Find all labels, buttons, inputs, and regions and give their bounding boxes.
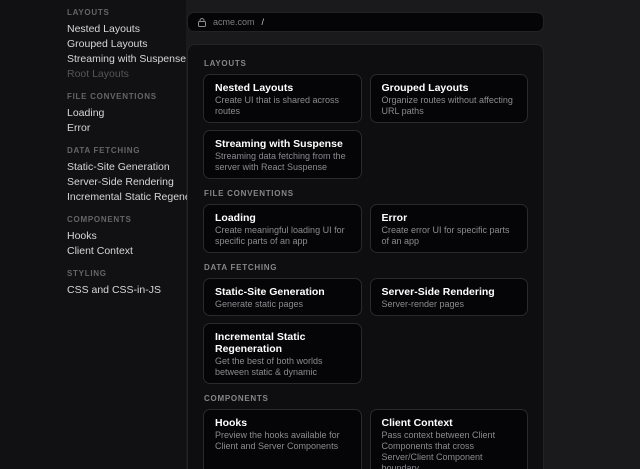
card-hooks[interactable]: Hooks Preview the hooks available for Cl…: [203, 409, 362, 469]
sidebar: LAYOUTS Nested Layouts Grouped Layouts S…: [0, 0, 186, 469]
card-grid: Nested Layouts Create UI that is shared …: [203, 74, 528, 179]
card-description: Organize routes without affecting URL pa…: [382, 95, 517, 117]
card-server-side-rendering[interactable]: Server-Side Rendering Server-render page…: [370, 278, 529, 316]
section-label: DATA FETCHING: [204, 263, 528, 272]
sidebar-item-streaming-with-suspense[interactable]: Streaming with Suspense: [67, 52, 178, 67]
url-path: /: [262, 17, 265, 27]
card-grid: Loading Create meaningful loading UI for…: [203, 204, 528, 253]
section-label: COMPONENTS: [204, 394, 528, 403]
sidebar-section-data-fetching: DATA FETCHING Static-Site Generation Ser…: [67, 146, 178, 205]
content-panel: LAYOUTS Nested Layouts Create UI that is…: [187, 44, 544, 469]
card-title: Client Context: [382, 417, 517, 429]
card-description: Streaming data fetching from the server …: [215, 151, 350, 173]
sidebar-section-layouts: LAYOUTS Nested Layouts Grouped Layouts S…: [67, 8, 178, 82]
card-error[interactable]: Error Create error UI for specific parts…: [370, 204, 529, 253]
card-streaming-with-suspense[interactable]: Streaming with Suspense Streaming data f…: [203, 130, 362, 179]
card-incremental-static-regeneration[interactable]: Incremental Static Regeneration Get the …: [203, 323, 362, 384]
card-grid: Static-Site Generation Generate static p…: [203, 278, 528, 384]
card-title: Nested Layouts: [215, 82, 350, 94]
card-static-site-generation[interactable]: Static-Site Generation Generate static p…: [203, 278, 362, 316]
sidebar-item-root-layouts: Root Layouts: [67, 67, 178, 82]
card-title: Incremental Static Regeneration: [215, 331, 350, 355]
sidebar-item-loading[interactable]: Loading: [67, 106, 178, 121]
card-description: Preview the hooks available for Client a…: [215, 430, 350, 452]
section-label: LAYOUTS: [204, 59, 528, 68]
card-nested-layouts[interactable]: Nested Layouts Create UI that is shared …: [203, 74, 362, 123]
card-title: Streaming with Suspense: [215, 138, 350, 150]
sidebar-section-label: STYLING: [67, 269, 178, 278]
card-description: Create meaningful loading UI for specifi…: [215, 225, 350, 247]
sidebar-item-nested-layouts[interactable]: Nested Layouts: [67, 22, 178, 37]
card-grid: Hooks Preview the hooks available for Cl…: [203, 409, 528, 469]
section-label: FILE CONVENTIONS: [204, 189, 528, 198]
sidebar-item-css-and-css-in-js[interactable]: CSS and CSS-in-JS: [67, 283, 178, 298]
card-description: Create UI that is shared across routes: [215, 95, 350, 117]
card-title: Grouped Layouts: [382, 82, 517, 94]
card-loading[interactable]: Loading Create meaningful loading UI for…: [203, 204, 362, 253]
sidebar-item-client-context[interactable]: Client Context: [67, 244, 178, 259]
sidebar-section-label: LAYOUTS: [67, 8, 178, 17]
sidebar-section-label: COMPONENTS: [67, 215, 178, 224]
card-title: Loading: [215, 212, 350, 224]
url-domain: acme.com: [213, 17, 255, 27]
lock-icon: [198, 18, 206, 27]
card-description: Generate static pages: [215, 299, 350, 310]
sidebar-item-server-side-rendering[interactable]: Server-Side Rendering: [67, 175, 178, 190]
sidebar-section-file-conventions: FILE CONVENTIONS Loading Error: [67, 92, 178, 136]
card-description: Pass context between Client Components t…: [382, 430, 517, 469]
section-components: COMPONENTS Hooks Preview the hooks avail…: [203, 394, 528, 469]
card-grouped-layouts[interactable]: Grouped Layouts Organize routes without …: [370, 74, 529, 123]
section-file-conventions: FILE CONVENTIONS Loading Create meaningf…: [203, 189, 528, 253]
sidebar-item-hooks[interactable]: Hooks: [67, 229, 178, 244]
sidebar-section-label: DATA FETCHING: [67, 146, 178, 155]
card-client-context[interactable]: Client Context Pass context between Clie…: [370, 409, 529, 469]
card-title: Server-Side Rendering: [382, 286, 517, 298]
sidebar-item-incremental-static-regeneration[interactable]: Incremental Static Regeneration: [67, 190, 178, 205]
sidebar-item-grouped-layouts[interactable]: Grouped Layouts: [67, 37, 178, 52]
card-description: Create error UI for specific parts of an…: [382, 225, 517, 247]
card-title: Hooks: [215, 417, 350, 429]
card-description: Get the best of both worlds between stat…: [215, 356, 350, 378]
section-data-fetching: DATA FETCHING Static-Site Generation Gen…: [203, 263, 528, 384]
sidebar-section-styling: STYLING CSS and CSS-in-JS: [67, 269, 178, 298]
sidebar-section-label: FILE CONVENTIONS: [67, 92, 178, 101]
card-description: Server-render pages: [382, 299, 517, 310]
sidebar-section-components: COMPONENTS Hooks Client Context: [67, 215, 178, 259]
card-title: Static-Site Generation: [215, 286, 350, 298]
address-bar: acme.com /: [187, 12, 544, 32]
sidebar-item-error[interactable]: Error: [67, 121, 178, 136]
sidebar-item-static-site-generation[interactable]: Static-Site Generation: [67, 160, 178, 175]
section-layouts: LAYOUTS Nested Layouts Create UI that is…: [203, 59, 528, 179]
app-window: LAYOUTS Nested Layouts Grouped Layouts S…: [0, 0, 640, 469]
card-title: Error: [382, 212, 517, 224]
